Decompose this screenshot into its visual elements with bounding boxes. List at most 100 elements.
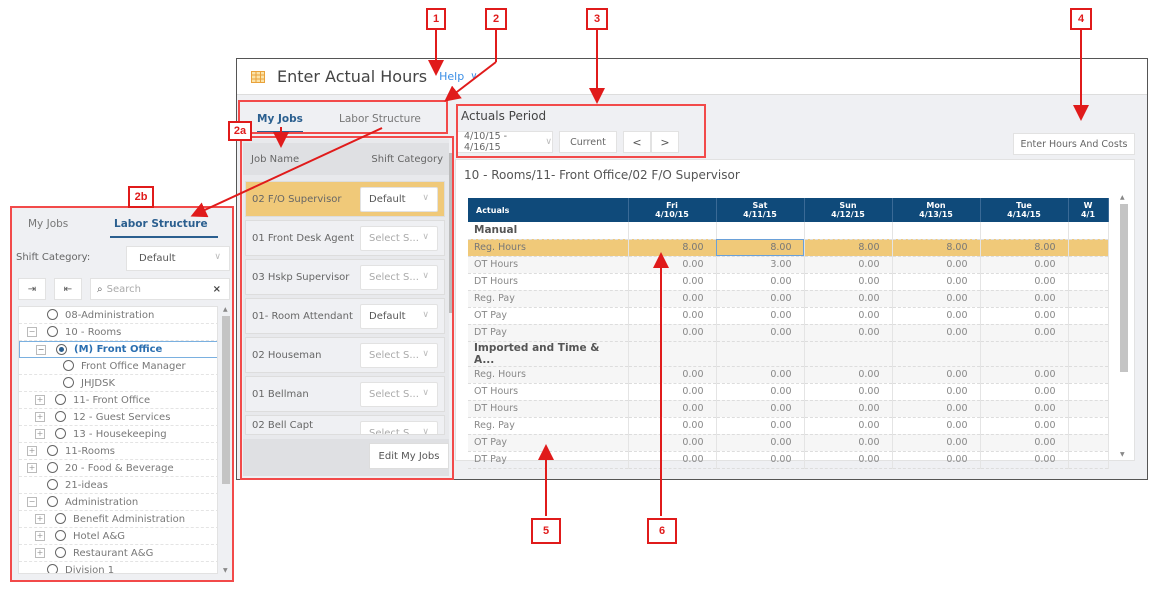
- scroll-up-icon[interactable]: ▲: [223, 306, 228, 313]
- value-cell[interactable]: 0.00: [804, 434, 893, 452]
- value-cell[interactable]: [1068, 451, 1109, 469]
- expand-icon[interactable]: +: [35, 412, 45, 422]
- expand-icon[interactable]: +: [35, 531, 45, 541]
- value-cell[interactable]: 0.00: [628, 434, 717, 452]
- radio-button[interactable]: [55, 428, 66, 439]
- tree-node[interactable]: + Hotel A&G: [19, 528, 217, 545]
- tree-node[interactable]: +13 - Housekeeping: [19, 426, 217, 443]
- value-cell[interactable]: 0.00: [716, 366, 805, 384]
- value-cell[interactable]: 0.00: [980, 307, 1069, 325]
- value-cell[interactable]: 0.00: [716, 273, 805, 291]
- value-cell[interactable]: 0.00: [980, 290, 1069, 308]
- help-link[interactable]: Help: [439, 70, 464, 83]
- value-cell[interactable]: 0.00: [804, 383, 893, 401]
- value-cell[interactable]: 0.00: [804, 290, 893, 308]
- value-cell[interactable]: 0.00: [892, 307, 981, 325]
- value-cell[interactable]: 0.00: [804, 256, 893, 274]
- value-cell[interactable]: 0.00: [980, 434, 1069, 452]
- search-input[interactable]: ⌕ Search ×: [90, 278, 230, 300]
- value-cell[interactable]: 0.00: [980, 451, 1069, 469]
- value-cell[interactable]: [1068, 400, 1109, 418]
- chevron-down-icon[interactable]: ∨: [470, 71, 477, 82]
- tab-my-jobs[interactable]: My Jobs: [28, 218, 68, 236]
- value-cell[interactable]: 0.00: [628, 290, 717, 308]
- value-cell[interactable]: [1068, 366, 1109, 384]
- radio-button[interactable]: [55, 530, 66, 541]
- value-cell[interactable]: 0.00: [716, 400, 805, 418]
- value-cell[interactable]: 0.00: [628, 366, 717, 384]
- radio-button[interactable]: [63, 377, 74, 388]
- value-cell[interactable]: 0.00: [716, 383, 805, 401]
- value-cell[interactable]: 0.00: [892, 290, 981, 308]
- expand-icon[interactable]: +: [35, 429, 45, 439]
- value-cell[interactable]: 8.00: [980, 239, 1069, 257]
- scroll-down-icon[interactable]: ▼: [1120, 451, 1125, 458]
- radio-button[interactable]: [56, 344, 67, 355]
- tree-node[interactable]: JHJDSK: [19, 375, 217, 392]
- value-cell[interactable]: 0.00: [892, 451, 981, 469]
- value-cell[interactable]: 0.00: [716, 451, 805, 469]
- value-cell[interactable]: 8.00: [716, 239, 805, 257]
- tree-scroll-thumb[interactable]: [222, 316, 230, 484]
- value-cell[interactable]: 0.00: [980, 273, 1069, 291]
- tree-node[interactable]: +20 - Food & Beverage: [19, 460, 217, 477]
- value-cell[interactable]: 0.00: [628, 324, 717, 342]
- expand-icon[interactable]: +: [27, 463, 37, 473]
- radio-button[interactable]: [47, 462, 58, 473]
- value-cell[interactable]: 8.00: [892, 239, 981, 257]
- tree-node[interactable]: Front Office Manager: [19, 358, 217, 375]
- tree-node[interactable]: − Administration: [19, 494, 217, 511]
- collapse-icon[interactable]: −: [36, 345, 46, 355]
- value-cell[interactable]: 0.00: [716, 290, 805, 308]
- scroll-up-icon[interactable]: ▲: [1120, 194, 1125, 201]
- value-cell[interactable]: 0.00: [892, 366, 981, 384]
- tree-node[interactable]: + Restaurant A&G: [19, 545, 217, 562]
- value-cell[interactable]: 0.00: [892, 383, 981, 401]
- value-cell[interactable]: [1068, 273, 1109, 291]
- value-cell[interactable]: 0.00: [716, 417, 805, 435]
- tree-node[interactable]: − 10 - Rooms: [19, 324, 217, 341]
- radio-button[interactable]: [55, 547, 66, 558]
- value-cell[interactable]: 0.00: [716, 434, 805, 452]
- value-cell[interactable]: 0.00: [980, 383, 1069, 401]
- expand-icon[interactable]: +: [35, 514, 45, 524]
- value-cell[interactable]: 0.00: [892, 417, 981, 435]
- value-cell[interactable]: [1068, 434, 1109, 452]
- tree-node[interactable]: +11-Rooms: [19, 443, 217, 460]
- value-cell[interactable]: 0.00: [980, 256, 1069, 274]
- tree-node[interactable]: − (M) Front Office: [19, 341, 217, 358]
- radio-button[interactable]: [47, 326, 58, 337]
- value-cell[interactable]: 0.00: [892, 400, 981, 418]
- scroll-down-icon[interactable]: ▼: [223, 567, 228, 574]
- tree-node[interactable]: + Benefit Administration: [19, 511, 217, 528]
- radio-button[interactable]: [47, 309, 58, 320]
- value-cell[interactable]: 8.00: [804, 239, 893, 257]
- radio-button[interactable]: [47, 496, 58, 507]
- value-cell[interactable]: 0.00: [628, 307, 717, 325]
- value-cell[interactable]: 0.00: [980, 417, 1069, 435]
- value-cell[interactable]: 0.00: [628, 400, 717, 418]
- value-cell[interactable]: 0.00: [628, 273, 717, 291]
- clear-search-icon[interactable]: ×: [213, 284, 221, 295]
- value-cell[interactable]: [1068, 417, 1109, 435]
- shift-category-select[interactable]: Default ∨: [126, 246, 230, 271]
- expand-icon[interactable]: +: [35, 548, 45, 558]
- expand-icon[interactable]: +: [27, 446, 37, 456]
- value-cell[interactable]: 0.00: [980, 366, 1069, 384]
- collapse-icon[interactable]: −: [27, 497, 37, 507]
- value-cell[interactable]: 0.00: [628, 383, 717, 401]
- value-cell[interactable]: 0.00: [804, 324, 893, 342]
- value-cell[interactable]: 0.00: [804, 417, 893, 435]
- value-cell[interactable]: 0.00: [804, 451, 893, 469]
- grid-scroll-thumb[interactable]: [1120, 204, 1128, 372]
- value-cell[interactable]: 0.00: [716, 324, 805, 342]
- radio-button[interactable]: [47, 564, 58, 573]
- radio-button[interactable]: [47, 479, 58, 490]
- collapse-all-button[interactable]: ⇤: [54, 278, 82, 300]
- value-cell[interactable]: [1068, 307, 1109, 325]
- value-cell[interactable]: 3.00: [716, 256, 805, 274]
- value-cell[interactable]: 0.00: [716, 307, 805, 325]
- collapse-icon[interactable]: −: [27, 327, 37, 337]
- value-cell[interactable]: 8.00: [628, 239, 717, 257]
- radio-button[interactable]: [55, 513, 66, 524]
